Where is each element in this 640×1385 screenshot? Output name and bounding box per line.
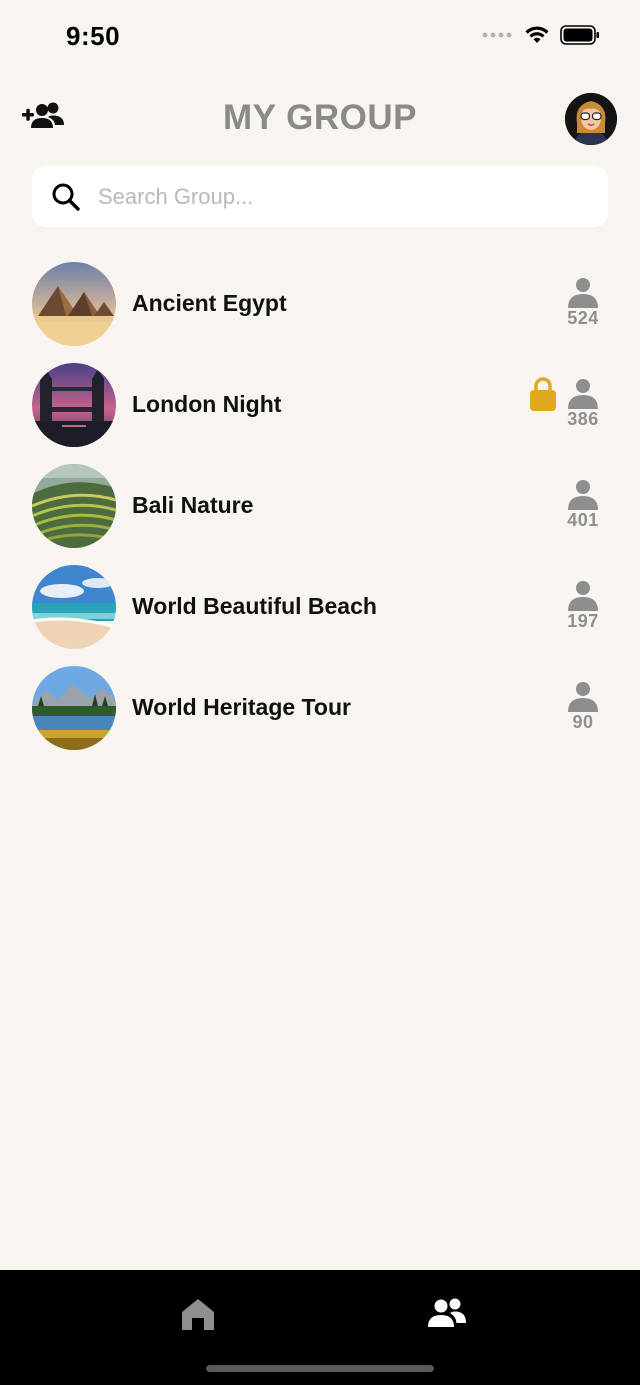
search-icon: [52, 183, 80, 211]
avatar-icon: [565, 93, 617, 145]
header: MY GROUP: [0, 80, 640, 158]
status-icons: [482, 25, 600, 45]
signal-dots-icon: [482, 32, 512, 38]
search-input[interactable]: [98, 166, 588, 227]
person-icon: [568, 278, 598, 308]
status-bar: 9:50: [0, 0, 640, 72]
member-count-block: 386: [558, 377, 608, 430]
groups-icon: [428, 1298, 466, 1327]
group-list: Ancient Egypt 524 London Night 386 Bali …: [0, 254, 640, 759]
group-image-tower-bridge: [32, 363, 116, 447]
member-count-block: 401: [558, 478, 608, 531]
group-image-beach: [32, 565, 116, 649]
group-name: Bali Nature: [132, 492, 254, 518]
tab-home[interactable]: [178, 1296, 218, 1332]
group-row-world-beautiful-beach[interactable]: World Beautiful Beach 197: [0, 557, 640, 658]
profile-avatar[interactable]: [565, 93, 617, 145]
my-group-screen: 9:50 MY GROUP Search Group... Ancient Eg…: [0, 0, 640, 1385]
member-count: 401: [567, 510, 599, 530]
battery-icon: [560, 25, 599, 45]
group-name: World Beautiful Beach: [132, 593, 377, 619]
member-count: 524: [567, 308, 599, 328]
person-icon: [568, 581, 598, 611]
member-count-block: 524: [558, 276, 608, 329]
group-row-ancient-egypt[interactable]: Ancient Egypt 524: [0, 254, 640, 355]
person-icon: [568, 682, 598, 712]
member-count: 197: [567, 611, 599, 631]
home-icon: [182, 1299, 214, 1330]
bottom-tab-bar: [0, 1270, 640, 1385]
status-time: 9:50: [66, 21, 121, 51]
wifi-icon: [525, 26, 549, 43]
group-row-london-night[interactable]: London Night 386: [0, 355, 640, 456]
group-row-bali-nature[interactable]: Bali Nature 401: [0, 456, 640, 557]
member-count-block: 90: [558, 680, 608, 733]
group-row-world-heritage-tour[interactable]: World Heritage Tour 90: [0, 658, 640, 759]
group-image-mountain-lake: [32, 666, 116, 750]
person-icon: [568, 379, 598, 409]
member-count: 386: [567, 409, 599, 429]
group-image-rice-terraces: [32, 464, 116, 548]
tab-groups[interactable]: [426, 1296, 468, 1332]
search-bar: [32, 166, 608, 227]
member-count-block: 197: [558, 579, 608, 632]
group-image-pyramids: [32, 262, 116, 346]
home-indicator: [206, 1365, 434, 1372]
member-count: 90: [572, 712, 594, 732]
group-name: World Heritage Tour: [132, 694, 351, 720]
person-icon: [568, 480, 598, 510]
page-title: MY GROUP: [223, 98, 417, 137]
group-name: Ancient Egypt: [132, 290, 287, 316]
group-name: London Night: [132, 391, 282, 417]
lock-icon: [530, 377, 556, 411]
